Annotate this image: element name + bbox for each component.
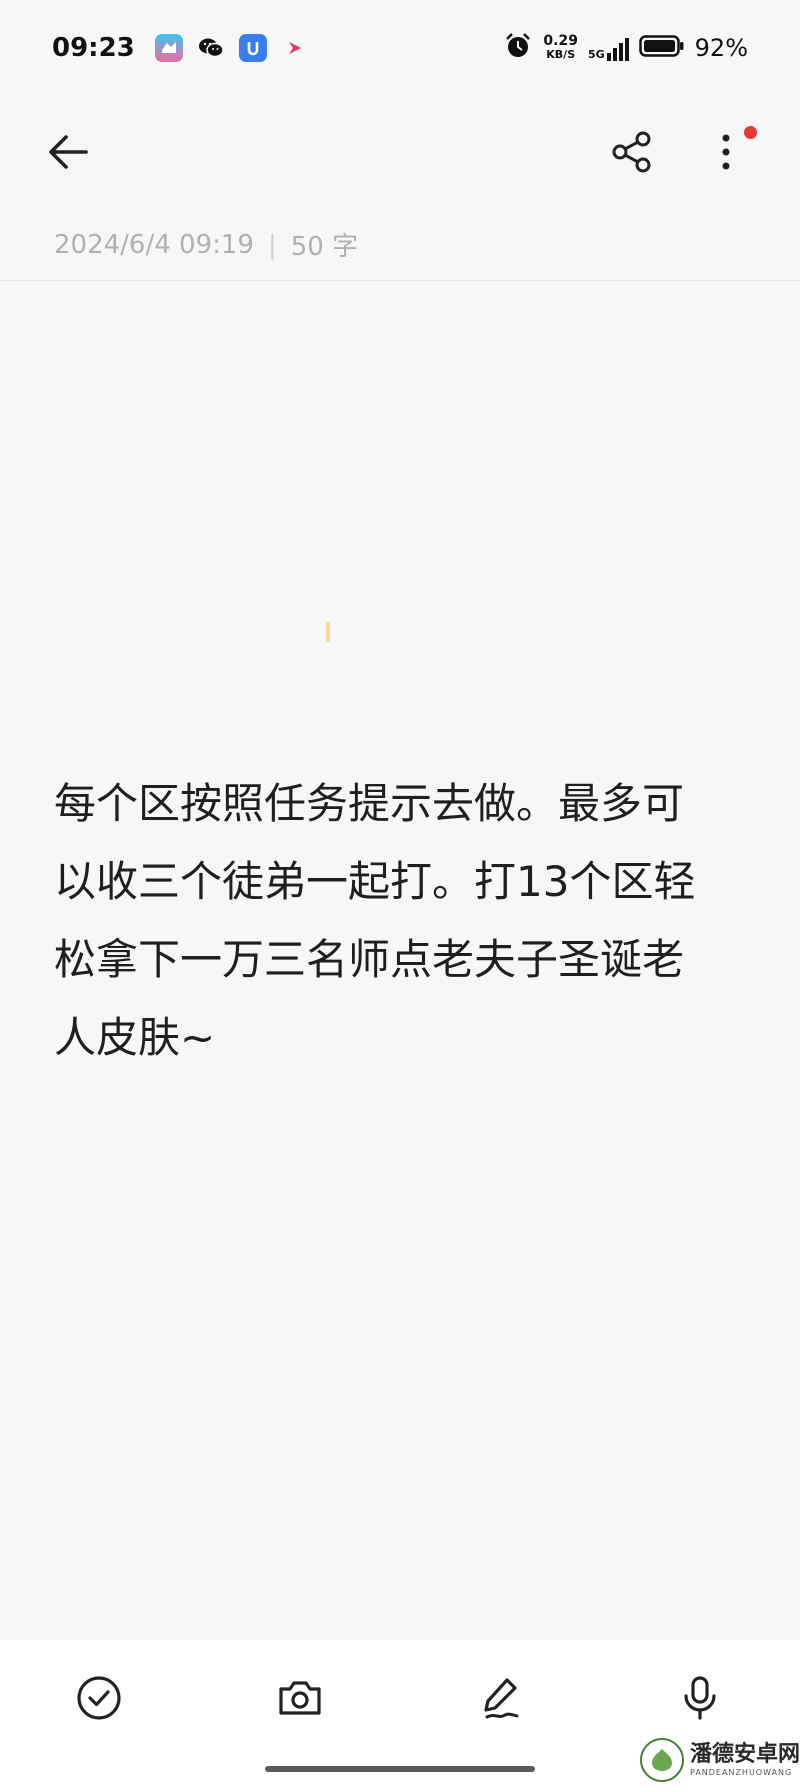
camera-icon <box>279 1681 321 1715</box>
shopping-app-icon <box>154 34 183 62</box>
alarm-icon <box>503 31 533 65</box>
home-indicator[interactable] <box>265 1766 535 1772</box>
arrow-left-icon <box>49 135 88 169</box>
pen-button[interactable] <box>474 1670 530 1726</box>
back-button[interactable] <box>44 130 92 174</box>
pink-arrow-app-icon <box>281 34 309 62</box>
share-button[interactable] <box>608 128 656 176</box>
net-speed: 0.29 KB/S <box>543 33 578 61</box>
more-options-button[interactable] <box>712 124 757 180</box>
watermark-logo-icon <box>640 1738 684 1782</box>
blue-app-icon <box>238 34 267 62</box>
microphone-icon <box>684 1676 716 1720</box>
camera-button[interactable] <box>272 1670 328 1726</box>
status-bar-left: 09:23 <box>52 33 309 63</box>
note-word-count: 50 字 <box>290 232 359 262</box>
net-speed-unit: KB/S <box>546 48 576 61</box>
text-cursor <box>326 622 330 642</box>
wechat-icon <box>197 34 225 62</box>
voice-input-button[interactable] <box>672 1670 728 1726</box>
checklist-icon <box>77 1676 121 1720</box>
header-divider <box>0 280 800 281</box>
net-speed-value: 0.29 <box>543 33 578 49</box>
battery-icon <box>638 34 685 62</box>
checklist-button[interactable] <box>71 1670 127 1726</box>
watermark-text: 潘德安卓网 PANDEANZHUOWANG <box>690 1741 800 1777</box>
site-watermark: 潘德安卓网 PANDEANZHUOWANG <box>640 1738 800 1782</box>
battery-percent: 92% <box>694 34 748 62</box>
note-toolbar <box>0 110 800 194</box>
note-timestamp: 2024/6/4 09:19 <box>54 229 254 260</box>
signal-icon: 5G <box>588 35 629 61</box>
pen-icon <box>484 1678 519 1719</box>
note-content[interactable]: 每个区按照任务提示去做。最多可 以收三个徒弟一起打。打13个区轻 松拿下一万三名… <box>54 765 734 1077</box>
meta-separator: | <box>267 229 277 260</box>
watermark-title: 潘德安卓网 <box>690 1741 800 1767</box>
watermark-subtitle: PANDEANZHUOWANG <box>690 1767 793 1777</box>
status-bar-right: 0.29 KB/S 5G 92% <box>503 31 748 65</box>
note-meta: 2024/6/4 09:19 | 50 字 <box>54 226 358 263</box>
share-icon <box>612 131 651 173</box>
notification-dot <box>744 126 757 139</box>
status-time: 09:23 <box>52 33 135 63</box>
status-bar: 09:23 0.29 KB/S 5G 92% <box>0 0 800 96</box>
network-type: 5G <box>587 48 605 61</box>
